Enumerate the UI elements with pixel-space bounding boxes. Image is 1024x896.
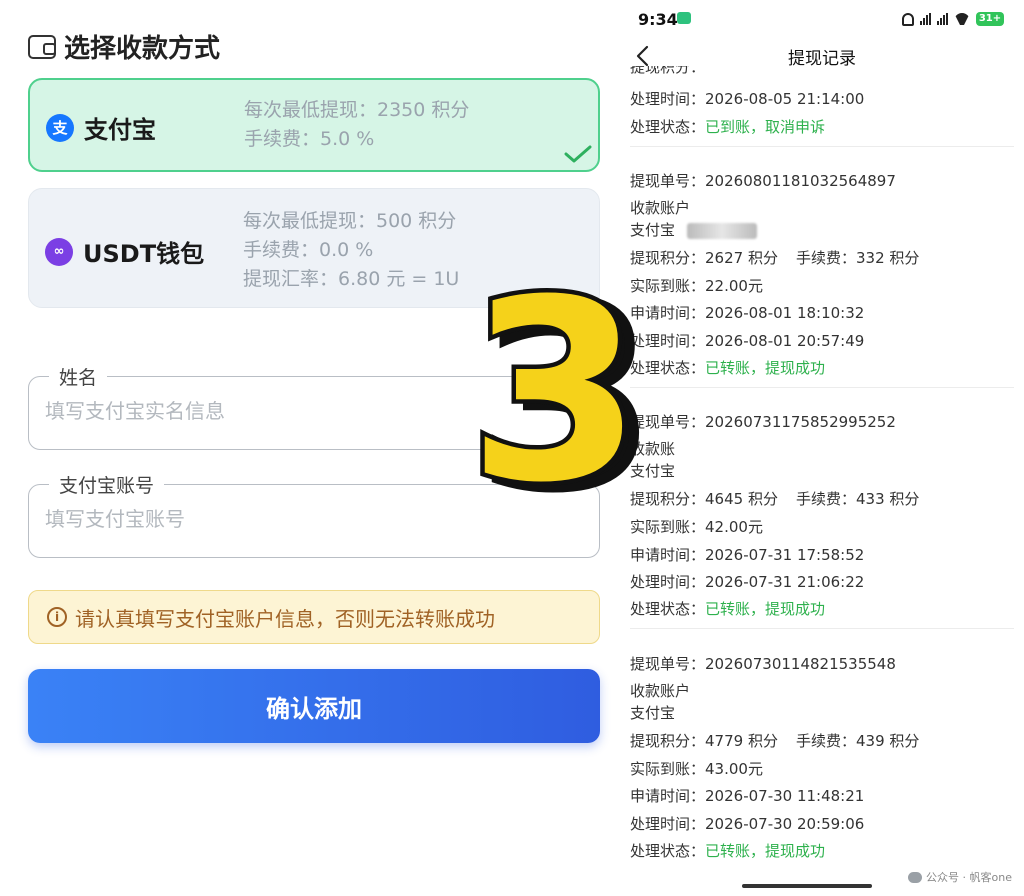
divider bbox=[630, 146, 1014, 147]
usdt-name-group: ∞ USDT钱包 bbox=[45, 234, 204, 269]
mute-icon bbox=[902, 12, 914, 26]
record-apply-time: 申请时间：2026-08-01 18:10:32 bbox=[630, 304, 865, 322]
record-points: 提现积分：4779 积分 手续费：439 积分 bbox=[630, 732, 920, 750]
partial-row: 提现积分： bbox=[630, 66, 706, 76]
app-notification-icon bbox=[677, 12, 691, 24]
big-number-text: 3 bbox=[470, 270, 640, 510]
signal-icon bbox=[920, 13, 931, 25]
record-status: 处理状态：已转账，提现成功 bbox=[630, 600, 826, 618]
record-received: 实际到账：42.00元 bbox=[630, 518, 763, 536]
section-header: 选择收款方式 bbox=[28, 28, 220, 65]
alipay-name-group: 支 支付宝 bbox=[46, 110, 156, 145]
record-order-no: 提现单号：20260730114821535548 bbox=[630, 655, 896, 673]
divider bbox=[630, 387, 1014, 388]
battery-icon: 31+ bbox=[976, 12, 1004, 26]
watermark: 公众号 · 帆客one bbox=[908, 869, 1012, 885]
status-icons: 31+ bbox=[902, 12, 1004, 26]
record-account-label: 收款账户 bbox=[630, 682, 691, 700]
record-status: 处理状态：已转账，提现成功 bbox=[630, 359, 826, 377]
record-apply-time: 申请时间：2026-07-31 17:58:52 bbox=[630, 546, 865, 564]
record-processed-time: 处理时间：2026-08-01 20:57:49 bbox=[630, 332, 865, 350]
record-received: 实际到账：43.00元 bbox=[630, 760, 763, 778]
alipay-fee: 手续费：5.0 % bbox=[244, 128, 375, 150]
wechat-icon bbox=[908, 871, 923, 883]
divider bbox=[630, 628, 1014, 629]
alipay-min-withdraw: 每次最低提现：2350 积分 bbox=[244, 99, 470, 121]
usdt-exchange-rate: 提现汇率：6.80 元 = 1U bbox=[243, 268, 460, 290]
section-title: 选择收款方式 bbox=[64, 34, 221, 64]
withdraw-records-screen: 9:34 31+ 提现记录 提现积分： 处理时间：2026-08-05 21:1… bbox=[620, 0, 1024, 896]
record-order-no: 提现单号：20260731175852995252 bbox=[630, 413, 896, 431]
record-points: 提现积分：4645 积分 手续费：433 积分 bbox=[630, 490, 920, 508]
usdt-info: 每次最低提现：500 积分 手续费：0.0 % 提现汇率：6.80 元 = 1U bbox=[243, 207, 459, 294]
checkmark-icon bbox=[564, 145, 592, 163]
account-input[interactable] bbox=[45, 507, 565, 531]
record-apply-time: 申请时间：2026-07-30 11:48:21 bbox=[630, 787, 865, 805]
wallet-icon bbox=[28, 34, 56, 59]
confirm-add-button[interactable]: 确认添加 bbox=[28, 669, 600, 743]
record-account-type: 支付宝 bbox=[630, 704, 676, 722]
big-number-3: 3 3 bbox=[470, 270, 640, 510]
alipay-info: 每次最低提现：2350 积分 手续费：5.0 % bbox=[244, 96, 469, 154]
alipay-logo-icon: 支 bbox=[46, 113, 74, 142]
usdt-fee: 手续费：0.0 % bbox=[243, 239, 374, 261]
status-bar: 9:34 31+ bbox=[620, 0, 1024, 38]
record-processed-time: 处理时间：2026-07-30 20:59:06 bbox=[630, 815, 865, 833]
redacted-account bbox=[687, 222, 758, 239]
record-order-no: 提现单号：20260801181032564897 bbox=[630, 172, 896, 190]
home-indicator[interactable] bbox=[742, 884, 872, 888]
usdt-label: USDT钱包 bbox=[83, 240, 205, 268]
record-account-type: 支付宝 bbox=[630, 219, 758, 240]
watermark-text: 公众号 · 帆客one bbox=[926, 871, 1012, 884]
info-icon: i bbox=[47, 607, 67, 627]
usdt-min-withdraw: 每次最低提现：500 积分 bbox=[243, 210, 457, 232]
alipay-option-card[interactable]: 支 支付宝 每次最低提现：2350 积分 手续费：5.0 % bbox=[28, 78, 600, 172]
record-points: 提现积分：2627 积分 手续费：332 积分 bbox=[630, 249, 920, 267]
record-account-label: 收款账户 bbox=[630, 199, 691, 217]
record-processed-time: 处理时间：2026-07-31 21:06:22 bbox=[630, 573, 865, 591]
name-label: 姓名 bbox=[49, 363, 108, 390]
record-line-processed: 处理时间：2026-08-05 21:14:00 bbox=[630, 90, 865, 108]
warning-notice: i 请认真填写支付宝账户信息，否则无法转账成功 bbox=[28, 590, 600, 644]
notice-text: 请认真填写支付宝账户信息，否则无法转账成功 bbox=[75, 606, 495, 631]
signal-icon-2 bbox=[937, 13, 948, 25]
usdt-logo-icon: ∞ bbox=[45, 237, 73, 266]
wifi-icon bbox=[954, 13, 970, 25]
alipay-label: 支付宝 bbox=[84, 116, 156, 144]
status-time: 9:34 bbox=[638, 10, 678, 29]
account-label: 支付宝账号 bbox=[49, 471, 165, 498]
record-received: 实际到账：22.00元 bbox=[630, 277, 763, 295]
record-status: 处理状态：已转账，提现成功 bbox=[630, 842, 826, 860]
record-line-status: 处理状态：已到账，取消申诉 bbox=[630, 118, 826, 136]
